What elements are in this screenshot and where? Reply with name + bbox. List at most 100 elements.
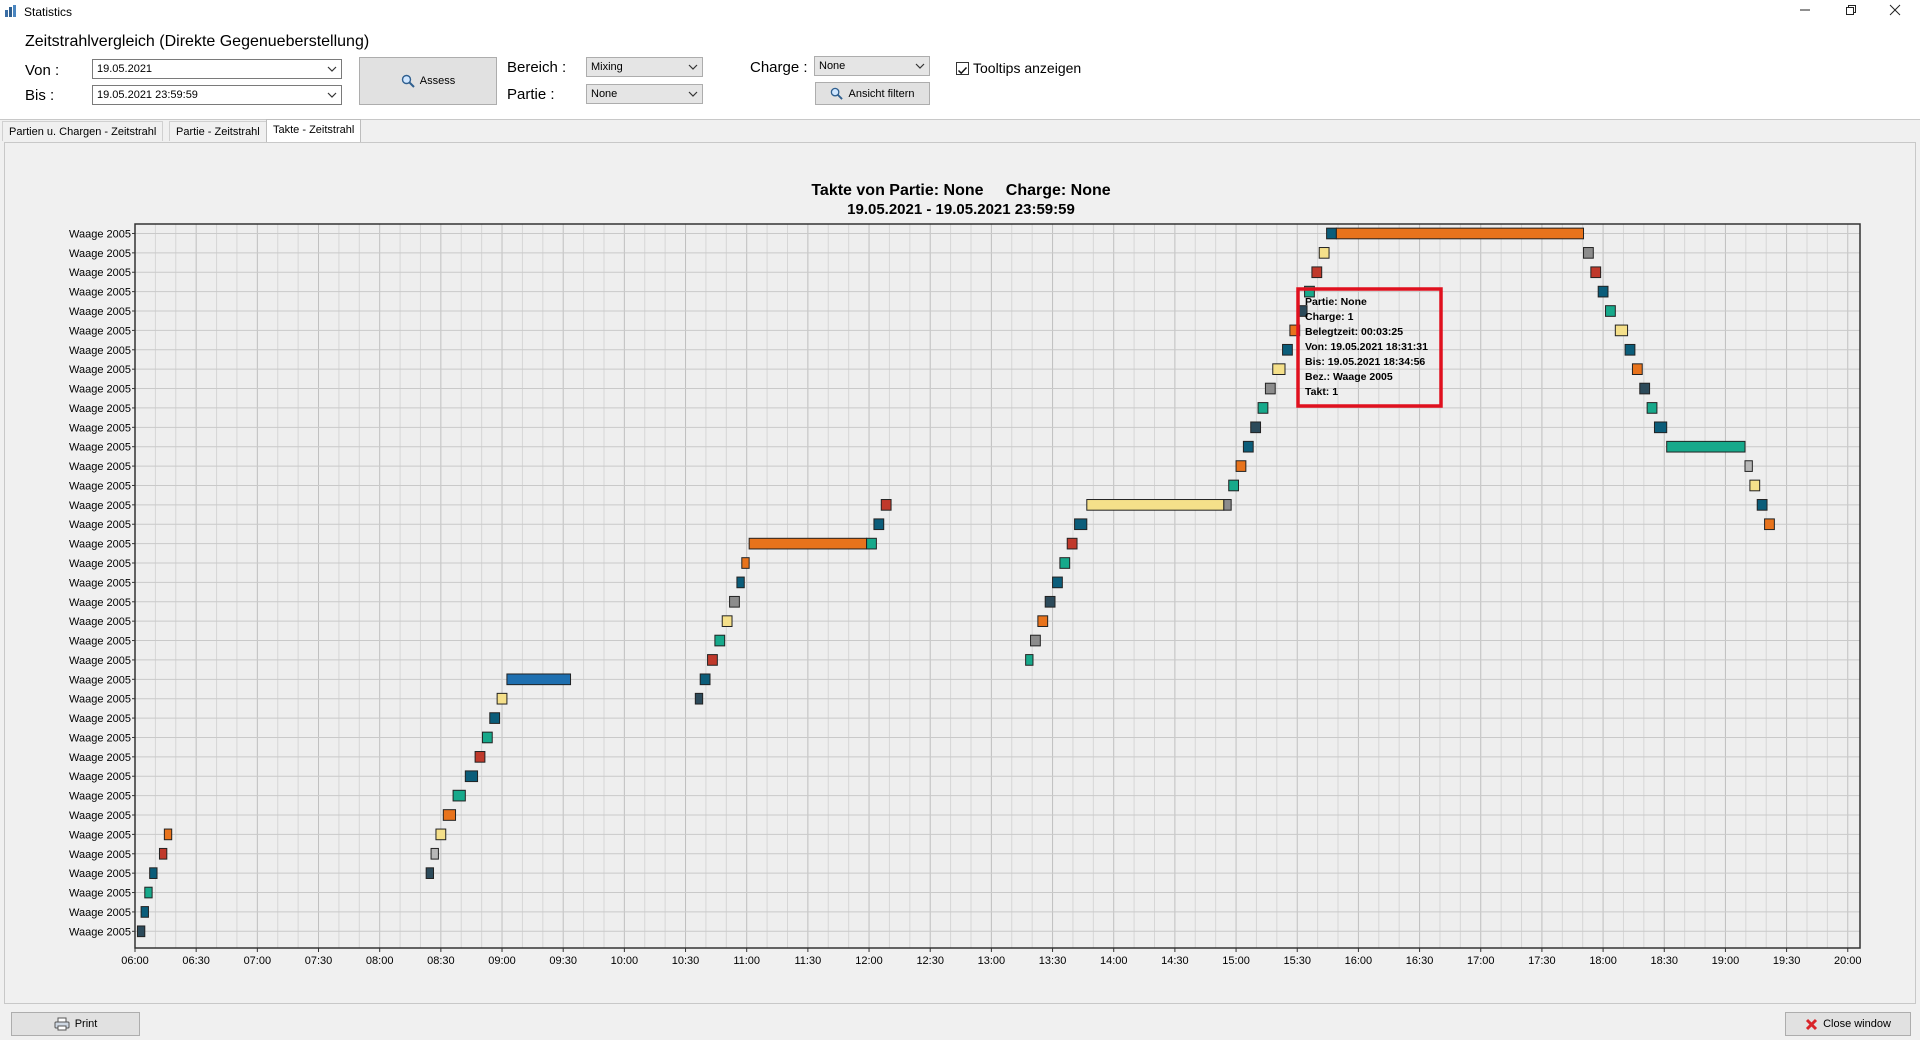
takt-segment — [1228, 479, 1240, 492]
x-tick-label: 13:00 — [978, 955, 1006, 967]
takt-segment — [1646, 402, 1658, 414]
minimize-icon — [1800, 9, 1810, 11]
y-axis-label: Waage 2005 — [69, 480, 131, 492]
takt-segment — [1052, 576, 1063, 589]
y-axis-label: Waage 2005 — [69, 403, 131, 415]
takt-segment — [435, 828, 447, 841]
takt-segment — [474, 751, 486, 763]
close-x-icon — [1806, 1018, 1818, 1030]
checkmark-icon — [957, 66, 968, 75]
tab-partie-zeitstrahl[interactable]: Partie - Zeitstrahl — [169, 121, 267, 141]
y-axis-label: Waage 2005 — [69, 694, 131, 706]
takt-segment — [1250, 421, 1262, 434]
ansicht-filtern-button[interactable]: Ansicht filtern — [815, 82, 930, 105]
y-axis-label: Waage 2005 — [69, 868, 131, 880]
y-axis-label: Waage 2005 — [69, 461, 131, 473]
takt-segment — [1597, 285, 1609, 298]
y-axis-label: Waage 2005 — [69, 287, 131, 299]
y-axis-label: Waage 2005 — [69, 325, 131, 337]
bis-date-combo[interactable]: 19.05.2021 23:59:59 — [92, 85, 342, 105]
assess-label: Assess — [419, 75, 456, 87]
takt-segment — [1756, 499, 1768, 511]
chevron-down-icon — [327, 92, 337, 98]
takt-segment — [430, 847, 439, 860]
y-axis-label: Waage 2005 — [69, 267, 131, 279]
x-tick-label: 06:00 — [121, 955, 149, 967]
y-axis-label: Waage 2005 — [69, 713, 131, 725]
print-button[interactable]: Print — [11, 1012, 140, 1036]
y-axis-label: Waage 2005 — [69, 228, 131, 240]
takt-segment — [1318, 247, 1330, 259]
x-tick-label: 17:30 — [1528, 955, 1556, 967]
tooltip-line: Belegtzeit: 00:03:25 — [1305, 326, 1403, 338]
y-axis-label: Waage 2005 — [69, 636, 131, 648]
close-window-label: Close window — [1823, 1018, 1891, 1030]
partie-label: Partie : — [507, 86, 555, 103]
chevron-down-icon — [688, 91, 698, 97]
assess-button[interactable]: Assess — [359, 57, 497, 105]
takt-segment — [707, 654, 718, 666]
tab-takte-zeitstrahl[interactable]: Takte - Zeitstrahl — [266, 119, 362, 142]
y-axis-label: Waage 2005 — [69, 771, 131, 783]
minimize-button[interactable] — [1782, 0, 1828, 24]
x-tick-label: 15:00 — [1222, 955, 1250, 967]
y-axis-label: Waage 2005 — [69, 248, 131, 260]
search-icon — [401, 74, 415, 88]
takt-segment — [163, 828, 173, 841]
takt-segment — [506, 673, 572, 686]
takt-segment — [1605, 305, 1616, 317]
tab-partien-chargen-zeitstrahl[interactable]: Partien u. Chargen - Zeitstrahl — [2, 121, 164, 141]
y-axis-label: Waage 2005 — [69, 888, 131, 900]
charge-select[interactable]: None — [814, 56, 930, 76]
bereich-label: Bereich : — [507, 59, 567, 76]
y-axis-label: Waage 2005 — [69, 616, 131, 628]
tooltip-line: Bis: 19.05.2021 18:34:56 — [1305, 356, 1425, 368]
tooltip-line: Bez.: Waage 2005 — [1305, 371, 1393, 383]
tooltips-label: Tooltips anzeigen — [973, 60, 1082, 76]
restore-button[interactable] — [1828, 0, 1874, 24]
x-tick-label: 19:30 — [1773, 955, 1801, 967]
takt-segment — [1272, 363, 1286, 375]
takt-segment — [1326, 227, 1337, 240]
takt-segment — [1066, 537, 1078, 550]
y-axis-label: Waage 2005 — [69, 306, 131, 318]
bereich-value: Mixing — [591, 61, 623, 73]
charge-label: Charge : — [750, 59, 808, 76]
close-window-titlebar-button[interactable] — [1872, 0, 1918, 24]
partie-select[interactable]: None — [586, 84, 703, 104]
bereich-select[interactable]: Mixing — [586, 57, 703, 77]
takt-segment — [1583, 247, 1594, 259]
x-tick-label: 20:00 — [1834, 955, 1862, 967]
von-date-combo[interactable]: 19.05.2021 — [92, 59, 342, 79]
x-tick-label: 08:30 — [427, 955, 455, 967]
x-tick-label: 19:00 — [1712, 955, 1740, 967]
app-icon — [5, 5, 16, 17]
takt-segment — [1764, 518, 1775, 531]
x-tick-label: 11:00 — [733, 955, 760, 967]
takt-segment — [1044, 595, 1056, 608]
takt-segment — [1025, 654, 1034, 666]
y-axis-label: Waage 2005 — [69, 674, 131, 686]
y-axis-label: Waage 2005 — [69, 810, 131, 822]
takt-segment — [1059, 557, 1071, 569]
y-axis-label: Waage 2005 — [69, 539, 131, 551]
close-icon — [1889, 4, 1901, 16]
chart-subtitle: 19.05.2021 - 19.05.2021 23:59:59 — [847, 201, 1075, 218]
takt-segment — [1037, 615, 1049, 627]
takt-segment — [1264, 382, 1276, 395]
tooltips-checkbox[interactable] — [956, 62, 969, 75]
y-axis-label: Waage 2005 — [69, 752, 131, 764]
y-axis-label: Waage 2005 — [69, 907, 131, 919]
takt-segment — [866, 537, 877, 550]
x-tick-label: 10:30 — [672, 955, 700, 967]
takt-segment — [1749, 479, 1761, 492]
takt-segment — [1614, 324, 1629, 337]
takt-segment — [1086, 499, 1225, 511]
y-axis-label: Waage 2005 — [69, 829, 131, 841]
x-tick-label: 09:00 — [488, 955, 516, 967]
close-window-button[interactable]: Close window — [1785, 1012, 1911, 1036]
x-tick-label: 06:30 — [182, 955, 210, 967]
printer-icon — [54, 1017, 70, 1031]
y-axis-label: Waage 2005 — [69, 442, 131, 454]
x-tick-label: 12:30 — [916, 955, 944, 967]
